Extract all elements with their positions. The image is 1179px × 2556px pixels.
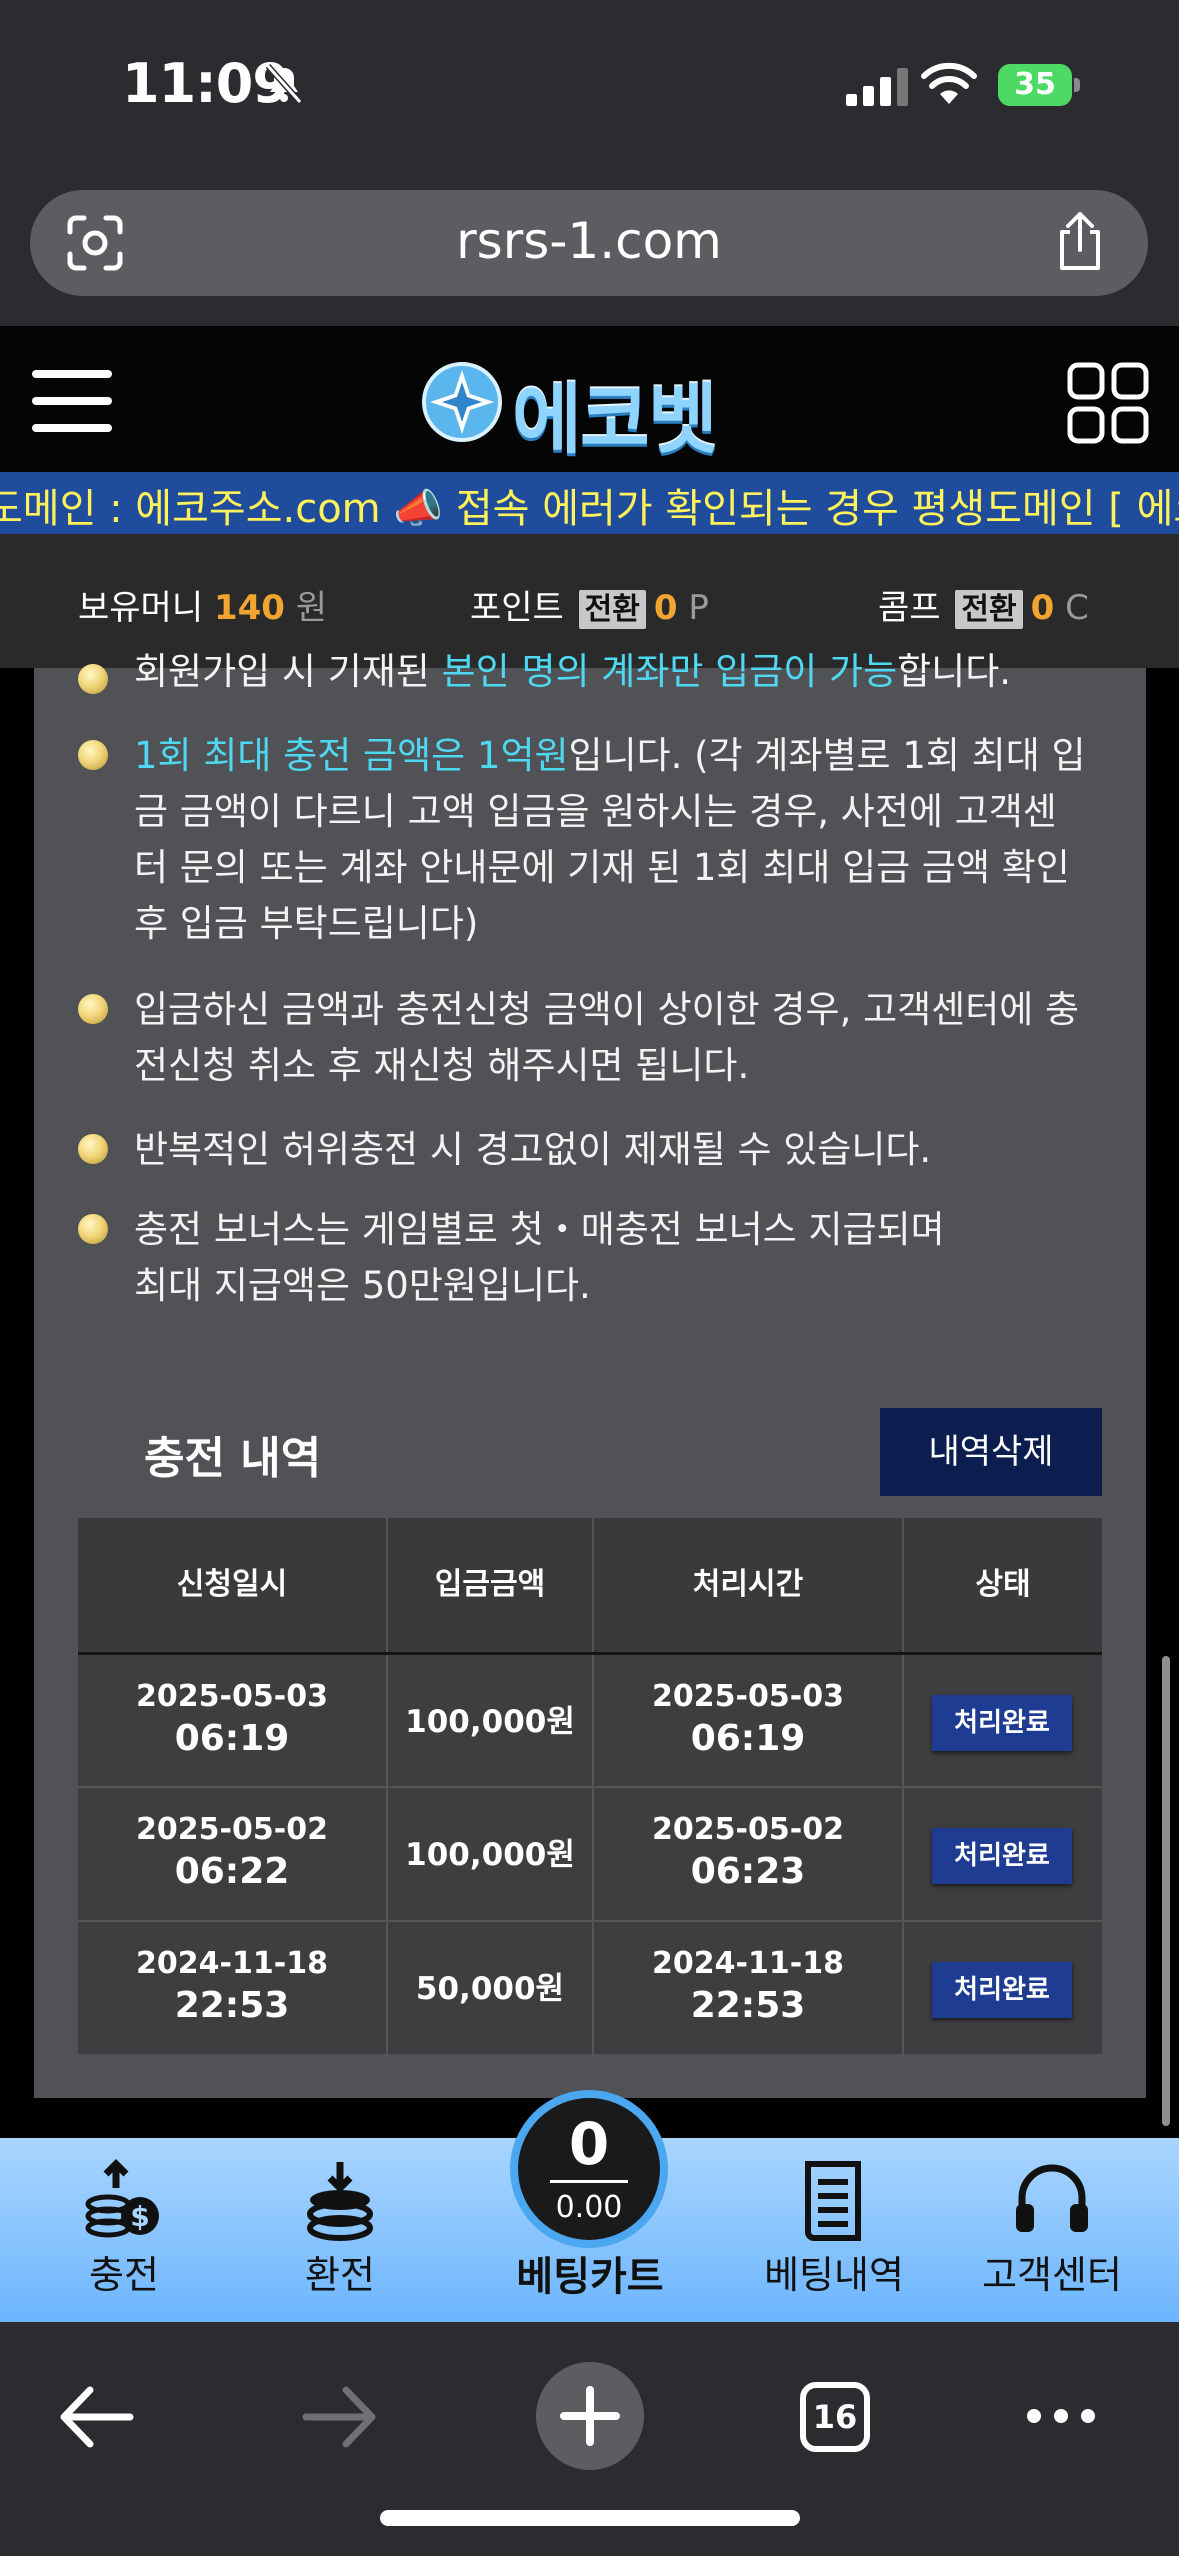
point-label: 포인트 (470, 588, 564, 628)
comp-unit: C (1065, 588, 1089, 628)
bullet-icon (78, 1214, 108, 1244)
cart-label[interactable]: 베팅카트 (490, 2244, 690, 2302)
request-datetime-cell: 2025-05-03 06:19 (78, 1655, 388, 1789)
bet-cart-button[interactable]: 0 0.00 (510, 2090, 668, 2248)
battery-icon: 35 (998, 64, 1080, 106)
address-bar[interactable]: rsrs-1.com (30, 190, 1148, 296)
delete-history-button[interactable]: 내역삭제 (880, 1408, 1102, 1496)
point-unit: P (688, 588, 709, 628)
tabs-button[interactable]: 16 (800, 2382, 870, 2452)
request-datetime-cell: 2024-11-18 22:53 (78, 1922, 388, 2056)
notice-item-mismatch: 입금하신 금액과 충전신청 금액이 상이한 경우, 고객센터에 충 전신청 취소… (134, 988, 1080, 1087)
coin-deposit-icon: $ (85, 2159, 159, 2238)
status-badge: 처리완료 (932, 1695, 1072, 1751)
status-cell: 처리완료 (904, 1788, 1102, 1922)
comp-label: 콤프 (878, 588, 941, 628)
marquee-text: 도메인 : 에코주소.com 📣 접속 에러가 확인되는 경우 평생도메인 [ … (0, 486, 1179, 532)
amount-cell: 100,000원 (388, 1655, 594, 1789)
bullet-icon (78, 1134, 108, 1164)
table-row: 2025-05-02 06:22 100,000원 2025-05-02 06:… (78, 1786, 1102, 1922)
bell-muted-icon (265, 64, 303, 104)
notice-marquee: 도메인 : 에코주소.com 📣 접속 에러가 확인되는 경우 평생도메인 [ … (0, 472, 1179, 534)
receipt-list-icon (805, 2161, 861, 2241)
column-header: 상태 (975, 1567, 1031, 1602)
wifi-icon (921, 62, 977, 104)
comp-balance: 콤프 전환 0 C (878, 580, 1089, 629)
money-label: 보유머니 (78, 588, 204, 628)
amount-cell: 50,000원 (388, 1922, 594, 2056)
forward-arrow-icon[interactable] (300, 2382, 380, 2452)
plus-icon (560, 2386, 620, 2446)
money-balance: 보유머니 140 원 (78, 580, 327, 629)
bullet-icon (78, 994, 108, 1024)
status-cell: 처리완료 (904, 1655, 1102, 1789)
table-row: 2024-11-18 22:53 50,000원 2024-11-18 22:5… (78, 1920, 1102, 2056)
status-badge: 처리완료 (932, 1962, 1072, 2018)
site-logo[interactable]: 에코벳 (420, 352, 760, 464)
cart-amount: 0.00 (555, 2190, 623, 2225)
notice-item-false-charge: 반복적인 허위충전 시 경고없이 제재될 수 있습니다. (134, 1128, 932, 1171)
bullet-icon (78, 664, 108, 694)
back-arrow-icon[interactable] (56, 2382, 136, 2452)
point-balance: 포인트 전환 0 P (470, 580, 709, 629)
cellular-signal-icon (846, 68, 908, 106)
table-row: 2025-05-03 06:19 100,000원 2025-05-03 06:… (78, 1652, 1102, 1789)
money-unit: 원 (295, 588, 328, 628)
coin-withdraw-icon (307, 2162, 373, 2241)
notice-item-account: 회원가입 시 기재된 본인 명의 계좌만 입금이 가능합니다. (134, 650, 1012, 693)
status-bar: 11:09 35 (0, 0, 1179, 170)
battery-level: 35 (998, 64, 1072, 106)
point-convert-button[interactable]: 전환 (578, 590, 646, 629)
history-title: 충전 내역 (144, 1433, 322, 1484)
bullet-icon (78, 740, 108, 770)
home-indicator (380, 2510, 800, 2526)
comp-convert-button[interactable]: 전환 (955, 590, 1023, 629)
nav-bet-history[interactable]: 베팅내역 (734, 2138, 934, 2322)
page-scrollbar[interactable] (1162, 1656, 1170, 2126)
charge-history-table: 신청일시 입금금액 처리시간 상태 2025-05-03 06:19 100,0… (78, 1518, 1102, 2056)
notice-item-max-charge: 1회 최대 충전 금액은 1억원입니다. (각 계좌별로 1회 최대 입 금 금… (134, 734, 1086, 945)
processed-datetime-cell: 2025-05-02 06:23 (594, 1788, 904, 1922)
point-value: 0 (653, 588, 678, 628)
status-cell: 처리완료 (904, 1922, 1102, 2056)
headset-icon (1016, 2164, 1088, 2232)
site-header: 에코벳 (0, 326, 1179, 472)
notice-item-bonus: 충전 보너스는 게임별로 첫・매충전 보너스 지급되며 최대 지급액은 50만원… (134, 1208, 945, 1307)
logo-text: 에코벳 (512, 375, 718, 464)
share-icon[interactable] (1052, 210, 1108, 272)
svg-text:$: $ (130, 2200, 149, 2233)
more-dots-icon[interactable] (1024, 2404, 1098, 2428)
column-header: 신청일시 (78, 1518, 388, 1652)
request-datetime-cell: 2025-05-02 06:22 (78, 1788, 388, 1922)
money-value: 140 (213, 588, 285, 628)
table-header: 신청일시 입금금액 처리시간 상태 (78, 1518, 1102, 1652)
nav-withdraw[interactable]: 환전 (240, 2138, 440, 2322)
processed-datetime-cell: 2025-05-03 06:19 (594, 1655, 904, 1789)
column-header: 입금금액 (388, 1518, 594, 1652)
column-header: 처리시간 (594, 1518, 904, 1652)
status-badge: 처리완료 (932, 1828, 1072, 1884)
processed-datetime-cell: 2024-11-18 22:53 (594, 1922, 904, 2056)
logo-emblem-icon (422, 362, 502, 442)
nav-support[interactable]: 고객센터 (952, 2138, 1152, 2322)
comp-value: 0 (1030, 588, 1055, 628)
url-text[interactable]: rsrs-1.com (30, 212, 1148, 270)
grid-menu-icon[interactable] (1067, 362, 1149, 444)
amount-cell: 100,000원 (388, 1788, 594, 1922)
menu-icon[interactable] (32, 370, 112, 432)
new-tab-button[interactable] (536, 2362, 644, 2470)
nav-charge[interactable]: $ 충전 (24, 2138, 224, 2322)
cart-count: 0 (568, 2110, 610, 2178)
